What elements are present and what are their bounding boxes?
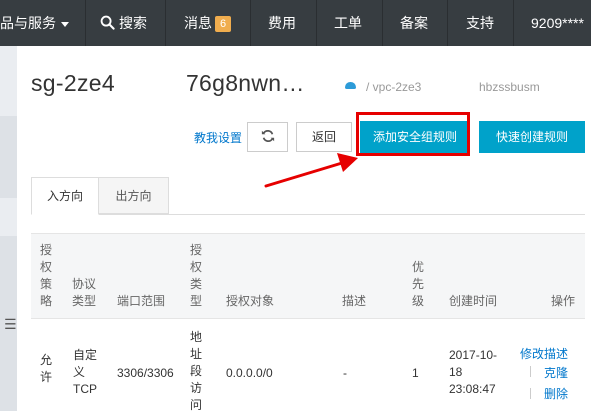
annotation-arrow [264,153,358,188]
